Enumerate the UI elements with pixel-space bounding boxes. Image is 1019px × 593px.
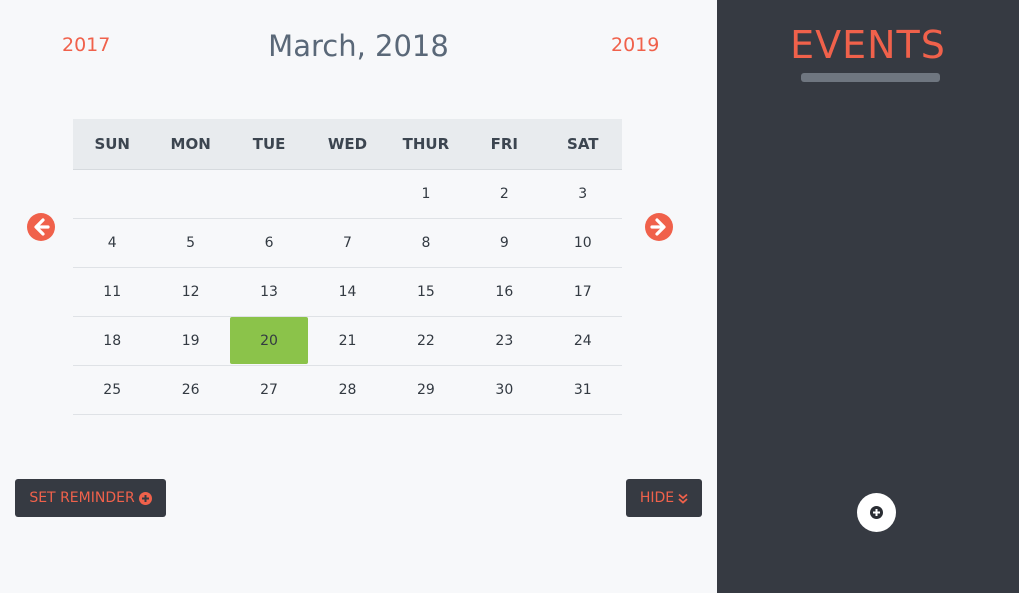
arrow-right-circle-icon: [650, 218, 666, 236]
weekday-header: SUN: [73, 119, 152, 170]
set-reminder-label: SET REMINDER: [29, 490, 135, 506]
day-cell[interactable]: 11: [73, 267, 152, 317]
prev-month-button[interactable]: [27, 213, 55, 241]
day-number: 11: [103, 284, 122, 300]
week-row: 4 5 6 7 8 9 10: [73, 218, 622, 268]
day-number: 26: [181, 382, 200, 398]
day-number: 17: [573, 284, 592, 300]
day-cell[interactable]: 29: [386, 365, 466, 415]
weekday-header: THUR: [386, 119, 466, 170]
set-reminder-button[interactable]: SET REMINDER: [15, 479, 166, 517]
day-cell[interactable]: 15: [386, 267, 466, 317]
hide-button[interactable]: HIDE: [626, 479, 702, 517]
day-cell[interactable]: 30: [465, 365, 544, 415]
day-cell[interactable]: 19: [151, 316, 230, 366]
month-title: March, 2018: [268, 29, 449, 63]
events-title: EVENTS: [790, 23, 946, 67]
day-number: 6: [264, 235, 274, 251]
day-cell[interactable]: 2: [465, 169, 544, 219]
day-number: 27: [260, 382, 278, 398]
plus-circle-icon: [870, 506, 883, 519]
day-cell[interactable]: 22: [386, 316, 466, 366]
day-number: 12: [181, 284, 200, 300]
day-number: 23: [495, 333, 514, 349]
day-cell[interactable]: 9: [465, 218, 544, 268]
next-year-link[interactable]: 2019: [611, 34, 659, 56]
week-row: 18 19 20 21 22 23 24: [73, 316, 622, 366]
day-cell[interactable]: 31: [543, 365, 622, 415]
day-cell[interactable]: 23: [465, 316, 544, 366]
day-cell[interactable]: 6: [229, 218, 309, 268]
day-cell[interactable]: 12: [151, 267, 230, 317]
day-number: 18: [103, 333, 122, 349]
week-row: 25 26 27 28 29 30 31: [73, 365, 622, 415]
day-number: 20: [260, 333, 278, 349]
day-number: 16: [495, 284, 514, 300]
day-number: 13: [260, 284, 278, 300]
weekday-header: SAT: [543, 119, 622, 170]
day-cell[interactable]: 5: [151, 218, 230, 268]
day-cell[interactable]: 14: [308, 267, 387, 317]
day-number: 1: [421, 186, 431, 202]
day-cell[interactable]: 25: [73, 365, 152, 415]
day-cell[interactable]: 18: [73, 316, 152, 366]
day-number: 21: [338, 333, 357, 349]
day-number: 14: [338, 284, 357, 300]
next-month-button[interactable]: [645, 213, 673, 241]
calendar-panel: 2017 March, 2018 2019 SUN MON TUE WED TH…: [0, 0, 717, 593]
day-number: 4: [107, 235, 117, 251]
weekday-header: TUE: [229, 119, 309, 170]
events-sidebar: EVENTS: [717, 0, 1019, 593]
day-number: 24: [573, 333, 592, 349]
arrow-left-circle-icon: [34, 218, 50, 236]
calendar-app: 2017 March, 2018 2019 SUN MON TUE WED TH…: [0, 0, 1019, 593]
events-title-underline: [801, 73, 940, 82]
day-number: 9: [499, 235, 509, 251]
weekday-header: WED: [308, 119, 387, 170]
day-cell-empty: [151, 169, 230, 219]
day-number: 15: [416, 284, 435, 300]
day-number: 30: [495, 382, 514, 398]
day-cell-empty: [229, 169, 309, 219]
day-cell[interactable]: 21: [308, 316, 387, 366]
day-cell[interactable]: 1: [386, 169, 466, 219]
day-number: 25: [103, 382, 122, 398]
hide-label: HIDE: [639, 490, 675, 506]
day-cell[interactable]: 24: [543, 316, 622, 366]
day-number: 8: [421, 235, 431, 251]
week-row: 1 2 3: [73, 169, 622, 219]
day-cell[interactable]: 16: [465, 267, 544, 317]
week-row: 11 12 13 14 15 16 17: [73, 267, 622, 317]
double-chevron-down-icon: [678, 493, 688, 504]
day-number: 29: [416, 382, 435, 398]
day-cell[interactable]: 13: [229, 267, 309, 317]
day-cell[interactable]: 7: [308, 218, 387, 268]
day-number: 10: [573, 235, 592, 251]
day-cell-selected[interactable]: 20: [229, 316, 309, 366]
day-number: 22: [416, 333, 435, 349]
weekday-header: MON: [151, 119, 230, 170]
calendar-grid: SUN MON TUE WED THUR FRI SAT 1 2 3 4 5 6…: [73, 119, 622, 415]
day-cell[interactable]: 3: [543, 169, 622, 219]
day-cell[interactable]: 10: [543, 218, 622, 268]
day-number: 31: [573, 382, 592, 398]
weekday-header: FRI: [465, 119, 544, 170]
day-cell[interactable]: 26: [151, 365, 230, 415]
plus-circle-icon: [138, 491, 152, 505]
day-cell-empty: [73, 169, 152, 219]
day-number: 19: [181, 333, 200, 349]
day-cell[interactable]: 27: [229, 365, 309, 415]
day-cell-empty: [308, 169, 387, 219]
add-event-button[interactable]: [857, 493, 896, 532]
day-number: 2: [499, 186, 509, 202]
day-cell[interactable]: 4: [73, 218, 152, 268]
weekday-header-row: SUN MON TUE WED THUR FRI SAT: [73, 119, 622, 170]
day-number: 5: [186, 235, 196, 251]
day-number: 28: [338, 382, 357, 398]
day-cell[interactable]: 17: [543, 267, 622, 317]
day-cell[interactable]: 8: [386, 218, 466, 268]
day-number: 7: [343, 235, 352, 251]
day-number: 3: [578, 186, 588, 202]
day-cell[interactable]: 28: [308, 365, 387, 415]
